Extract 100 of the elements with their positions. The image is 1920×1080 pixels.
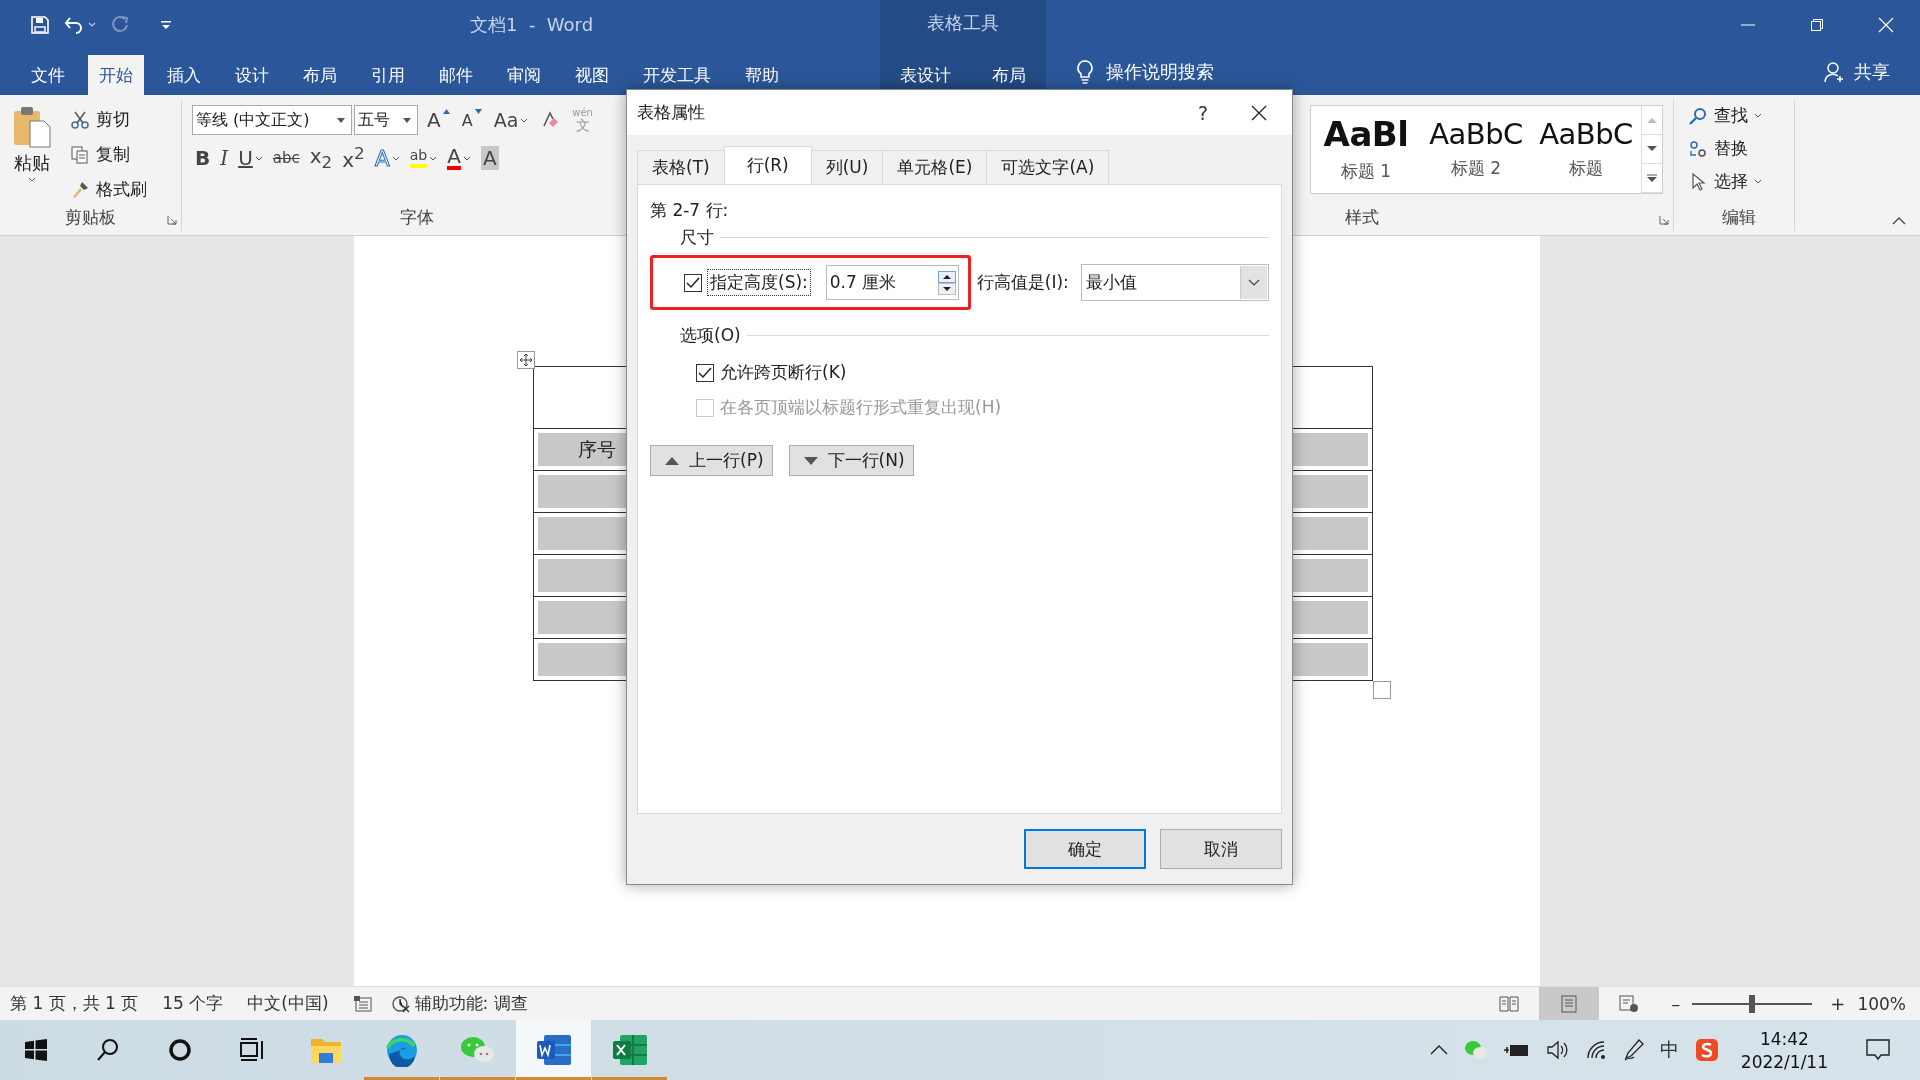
ribbon-tab[interactable]: 开始 [88,55,144,95]
replace-icon[interactable] [1688,138,1708,159]
dialog-launcher-icon[interactable] [167,215,177,225]
ribbon-tab[interactable]: 引用 [360,55,416,95]
bold-button[interactable]: B [192,143,214,173]
checkbox-label[interactable]: 允许跨页断行(K) [720,361,847,384]
script-button[interactable]: x$_{2}$ [306,143,336,173]
customize-icon[interactable] [160,19,172,30]
word-app-button[interactable] [516,1020,591,1080]
cancel-button[interactable]: 取消 [1160,829,1282,869]
dialog-launcher-icon[interactable] [1659,215,1669,225]
ribbon-tab[interactable]: 文件 [20,55,76,95]
strikethrough-button[interactable]: abc [269,143,303,173]
caret-icon[interactable] [462,155,471,161]
task-view-icon[interactable] [239,1038,265,1062]
paste-button[interactable]: 粘贴 [6,103,58,206]
speaker-icon[interactable] [1545,1040,1570,1060]
share-button[interactable]: 共享 [1854,60,1890,84]
italic-button[interactable]: I [217,143,232,173]
spreadsheet-icon[interactable] [611,1034,648,1066]
ribbon-tab[interactable]: 邮件 [428,55,484,95]
wifi-icon[interactable] [1585,1040,1608,1060]
caret-icon[interactable] [520,117,529,123]
copy-icon[interactable] [70,144,90,165]
battery-icon[interactable] [1503,1042,1530,1058]
person-add-icon[interactable] [1824,61,1846,83]
clock-time[interactable]: 14:42 [1759,1028,1809,1049]
font-name-field[interactable]: 等线 (中文正文) [192,105,352,135]
font-size-field[interactable]: 五号 [354,105,418,135]
previous-row-button[interactable]: 上一行(P) [650,445,773,476]
zoom-in-button[interactable]: + [1830,993,1846,1014]
expand-icon[interactable] [1647,173,1657,183]
web-page-icon[interactable] [1619,994,1640,1013]
table-resize-handle[interactable] [1373,681,1391,699]
restore-icon[interactable] [1809,17,1824,32]
copy-button[interactable]: 复制 [66,138,151,171]
spin-up-icon[interactable] [937,270,956,283]
caret-icon[interactable] [28,177,36,183]
status-text[interactable]: 15 个字 [162,992,224,1015]
accessibility-status[interactable]: 辅助功能: 调查 [390,992,528,1015]
ribbon-tab[interactable]: 帮助 [734,55,790,95]
collapse-ribbon-icon[interactable] [1892,217,1906,225]
script-button[interactable]: x$^{2}$ [339,143,368,173]
lightbulb-icon[interactable] [1076,60,1094,84]
ribbon-tab[interactable]: 布局 [292,55,348,95]
status-text[interactable]: 第 1 页，共 1 页 [10,992,139,1015]
eraser-icon[interactable] [540,110,561,130]
save-icon[interactable] [30,14,50,35]
tell-me-search[interactable]: 操作说明搜索 [1106,60,1214,84]
clock-date[interactable]: 2022/1/11 [1740,1051,1828,1072]
change-case-button[interactable]: Aa [490,105,532,135]
chevron-down-icon[interactable] [1248,278,1260,287]
close-icon[interactable] [1251,104,1267,121]
windows-icon[interactable] [24,1038,48,1062]
caret-icon[interactable] [391,155,400,161]
search-icon[interactable] [96,1038,120,1062]
pen-icon[interactable] [1623,1039,1644,1061]
input-method-indicator[interactable]: 中 [1659,1037,1679,1063]
style-item[interactable]: AaBl 标题 1 [1313,106,1419,193]
ok-button[interactable]: 确定 [1024,829,1146,869]
dialog-tab[interactable]: 行(R) [723,146,812,184]
highlight-button[interactable]: ab [406,143,441,173]
style-item[interactable]: AaBbC 标题 2 [1423,106,1529,193]
arrow-down-icon[interactable] [1647,146,1657,152]
ribbon-tab[interactable]: 开发工具 [632,55,722,95]
zoom-slider[interactable] [1692,993,1813,1014]
status-text[interactable]: 中文(中国) [247,992,329,1015]
replace-button[interactable]: 替换 [1684,132,1794,165]
word-document-icon[interactable] [535,1034,572,1066]
caret-icon[interactable] [1754,179,1762,184]
minimize-icon[interactable] [1740,23,1755,26]
dialog-tab[interactable]: 可选文字(A) [986,150,1110,184]
cut-button[interactable]: 剪切 [66,103,151,136]
arrow-up-icon[interactable] [442,109,450,114]
format-painter-button[interactable]: 格式刷 [66,173,151,206]
caret-icon[interactable] [403,117,411,123]
ribbon-tab[interactable]: 视图 [564,55,620,95]
zoom-out-button[interactable]: – [1671,993,1681,1014]
macro-icon[interactable] [352,994,373,1013]
input-method-icon[interactable] [1694,1038,1719,1062]
zoom-level[interactable]: 100% [1857,993,1906,1014]
select-button[interactable]: 选择 [1684,165,1794,198]
shrink-font-button[interactable]: A [458,105,485,135]
zoom-slider-thumb[interactable] [1749,994,1756,1013]
height-field[interactable]: 0.7 厘米 [825,265,959,300]
table-move-handle[interactable] [517,351,535,369]
caret-icon[interactable] [1754,113,1762,118]
grow-font-button[interactable]: A [424,105,453,135]
caret-icon[interactable] [337,117,345,123]
row-height-dropdown[interactable]: 最小值 [1080,264,1269,301]
browser-icon[interactable] [384,1033,419,1067]
checkbox[interactable] [696,363,714,382]
help-button[interactable]: ? [1183,92,1223,133]
ring-icon[interactable] [168,1038,192,1062]
find-button[interactable]: 查找 [1684,99,1794,132]
checkbox[interactable] [684,273,702,292]
caret-icon[interactable] [254,155,263,161]
next-row-button[interactable]: 下一行(N) [788,445,914,476]
checkbox-label[interactable]: 指定高度(S): [708,270,810,295]
ribbon-tab[interactable]: 插入 [156,55,212,95]
